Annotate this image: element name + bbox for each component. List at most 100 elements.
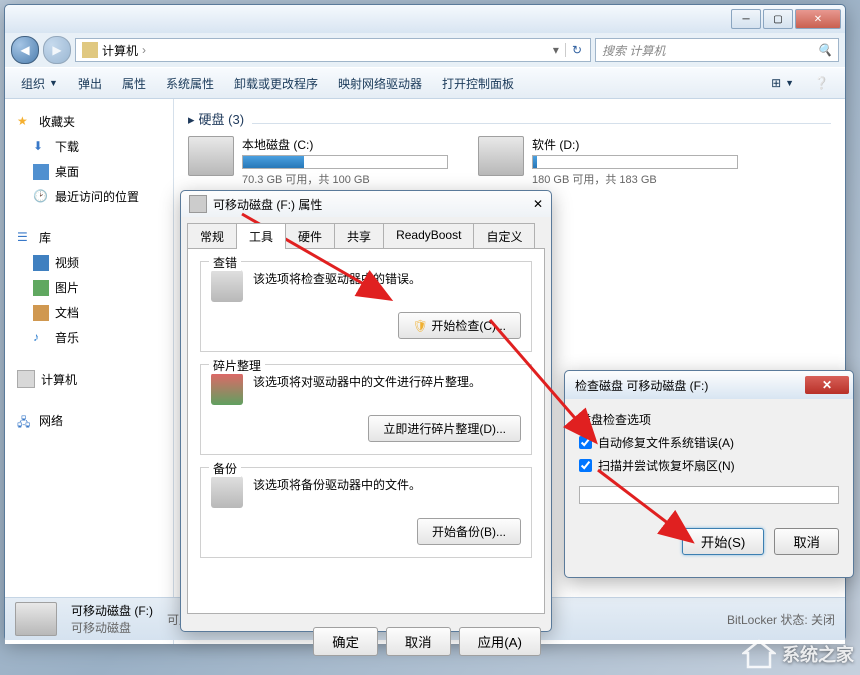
error-check-group: 查错 该选项将检查驱动器中的错误。 🛡 开始检查(C)... (200, 261, 532, 352)
drive-c[interactable]: 本地磁盘 (C:) 70.3 GB 可用，共 100 GB (188, 136, 448, 187)
start-check-button[interactable]: 🛡 开始检查(C)... (398, 312, 521, 339)
tab-sharing[interactable]: 共享 (334, 223, 384, 249)
dialog-buttons: 开始(S) 取消 (565, 528, 853, 555)
help-icon[interactable]: ❔ (806, 72, 837, 94)
sidebar-videos[interactable]: 视频 (5, 250, 173, 275)
dialog-buttons: 确定 取消 应用(A) (181, 621, 551, 662)
drive-free: 70.3 GB 可用，共 100 GB (242, 171, 448, 187)
ok-button[interactable]: 确定 (313, 627, 378, 656)
sidebar-documents[interactable]: 文档 (5, 300, 173, 325)
tab-hardware[interactable]: 硬件 (285, 223, 335, 249)
usage-bar (532, 155, 738, 169)
house-icon (742, 639, 776, 669)
close-icon[interactable]: ✕ (533, 197, 543, 211)
download-icon: ⬇ (33, 139, 49, 155)
maximize-button[interactable]: ▢ (763, 9, 793, 29)
option-scan-recover[interactable]: 扫描并尝试恢复坏扇区(N) (579, 457, 839, 474)
sidebar-recent[interactable]: 🕑最近访问的位置 (5, 184, 173, 209)
drive-label: 软件 (D:) (532, 136, 738, 153)
option-auto-fix[interactable]: 自动修复文件系统错误(A) (579, 434, 839, 451)
music-icon: ♪ (33, 330, 49, 346)
toolbar: 组织▼ 弹出 属性 系统属性 卸载或更改程序 映射网络驱动器 打开控制面板 ⊞▼… (5, 67, 845, 99)
dropdown-icon[interactable]: ▾ (547, 43, 565, 57)
recent-icon: 🕑 (33, 189, 49, 205)
sidebar-music[interactable]: ♪音乐 (5, 325, 173, 350)
drive-icon (189, 195, 207, 213)
search-input[interactable]: 搜索 计算机 🔍 (595, 38, 839, 62)
group-title: 碎片整理 (209, 357, 265, 374)
sidebar-favorites[interactable]: ★收藏夹 (5, 107, 173, 134)
sidebar-network[interactable]: 🖧网络 (5, 406, 173, 433)
backup-group: 备份 该选项将备份驱动器中的文件。 开始备份(B)... (200, 467, 532, 558)
group-title: 备份 (209, 460, 241, 477)
dialog-titlebar: 可移动磁盘 (F:) 属性 ✕ (181, 191, 551, 217)
sidebar-pictures[interactable]: 图片 (5, 275, 173, 300)
close-button[interactable]: ✕ (805, 376, 849, 394)
backup-icon (211, 476, 243, 508)
checkbox-scan[interactable] (579, 459, 592, 472)
start-button[interactable]: 开始(S) (682, 528, 764, 555)
tab-tools[interactable]: 工具 (236, 223, 286, 249)
desktop-icon (33, 164, 49, 180)
check-disk-dialog: 检查磁盘 可移动磁盘 (F:) ✕ 磁盘检查选项 自动修复文件系统错误(A) 扫… (564, 370, 854, 578)
sidebar-computer[interactable]: 计算机 (5, 364, 173, 392)
sidebar-desktop[interactable]: 桌面 (5, 159, 173, 184)
progress-bar (579, 486, 839, 504)
eject-button[interactable]: 弹出 (70, 71, 110, 96)
picture-icon (33, 280, 49, 296)
organize-menu[interactable]: 组织▼ (13, 71, 66, 96)
breadcrumb-sep: › (142, 43, 146, 57)
group-desc: 该选项将对驱动器中的文件进行碎片整理。 (253, 373, 521, 390)
back-button[interactable]: ◀ (11, 36, 39, 64)
group-desc: 该选项将备份驱动器中的文件。 (253, 476, 521, 493)
checkbox-auto-fix[interactable] (579, 436, 592, 449)
properties-dialog: 可移动磁盘 (F:) 属性 ✕ 常规 工具 硬件 共享 ReadyBoost 自… (180, 190, 552, 632)
cancel-button[interactable]: 取消 (386, 627, 451, 656)
video-icon (33, 255, 49, 271)
map-drive-button[interactable]: 映射网络驱动器 (330, 71, 430, 96)
tab-custom[interactable]: 自定义 (473, 223, 535, 249)
network-icon: 🖧 (17, 413, 33, 429)
drives-header[interactable]: ▸硬盘 (3) (188, 109, 831, 128)
drive-free: 180 GB 可用，共 183 GB (532, 171, 738, 187)
view-icon[interactable]: ⊞▼ (763, 72, 802, 94)
backup-button[interactable]: 开始备份(B)... (417, 518, 521, 545)
tab-general[interactable]: 常规 (187, 223, 237, 249)
uninstall-button[interactable]: 卸载或更改程序 (226, 71, 326, 96)
minimize-button[interactable]: ─ (731, 9, 761, 29)
watermark: 系统之家 (742, 639, 854, 669)
dialog-titlebar: 检查磁盘 可移动磁盘 (F:) ✕ (565, 371, 853, 399)
drive-icon (15, 602, 57, 636)
properties-button[interactable]: 属性 (114, 71, 154, 96)
refresh-icon[interactable]: ↻ (565, 43, 588, 57)
tabs: 常规 工具 硬件 共享 ReadyBoost 自定义 (181, 217, 551, 249)
cancel-button[interactable]: 取消 (774, 528, 839, 555)
usage-bar (242, 155, 448, 169)
status-drive-type: 可移动磁盘 (71, 619, 153, 636)
group-title: 查错 (209, 254, 241, 271)
tab-body: 查错 该选项将检查驱动器中的错误。 🛡 开始检查(C)... 碎片整理 该选项将… (187, 248, 545, 614)
bitlocker-status: BitLocker 状态: 关闭 (727, 611, 835, 628)
tab-readyboost[interactable]: ReadyBoost (383, 223, 474, 249)
apply-button[interactable]: 应用(A) (459, 627, 541, 656)
sidebar-libraries[interactable]: ☰库 (5, 223, 173, 250)
defrag-icon (211, 373, 243, 405)
control-panel-button[interactable]: 打开控制面板 (434, 71, 522, 96)
dialog-title: 检查磁盘 可移动磁盘 (F:) (575, 377, 708, 394)
group-desc: 该选项将检查驱动器中的错误。 (253, 270, 521, 287)
titlebar: ─ ▢ ✕ (5, 5, 845, 33)
computer-icon (17, 370, 35, 388)
forward-button[interactable]: ▶ (43, 36, 71, 64)
sidebar-downloads[interactable]: ⬇下载 (5, 134, 173, 159)
sidebar: ★收藏夹 ⬇下载 桌面 🕑最近访问的位置 ☰库 视频 图片 文档 ♪音乐 计算机… (5, 99, 174, 644)
star-icon: ★ (17, 114, 33, 130)
system-properties-button[interactable]: 系统属性 (158, 71, 222, 96)
status-drive-label: 可移动磁盘 (F:) (71, 602, 153, 619)
search-icon: 🔍 (817, 43, 832, 57)
breadcrumb[interactable]: 计算机 › ▾ ↻ (75, 38, 591, 62)
drive-icon (478, 136, 524, 176)
drive-d[interactable]: 软件 (D:) 180 GB 可用，共 183 GB (478, 136, 738, 187)
close-button[interactable]: ✕ (795, 9, 841, 29)
defrag-button[interactable]: 立即进行碎片整理(D)... (368, 415, 521, 442)
drive-label: 本地磁盘 (C:) (242, 136, 448, 153)
